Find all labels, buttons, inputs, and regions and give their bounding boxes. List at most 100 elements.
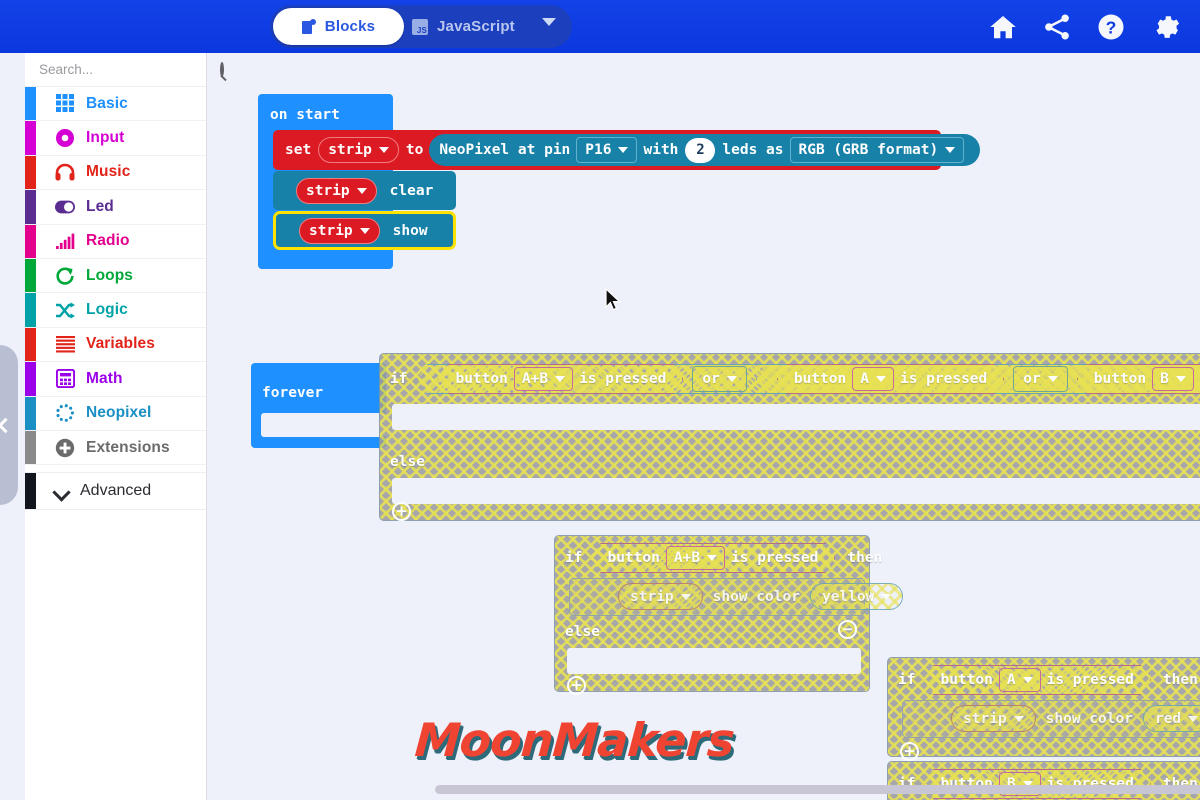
led-count-input[interactable]: 2 <box>685 137 716 163</box>
else-keyword: else <box>565 624 600 640</box>
tab-javascript[interactable]: JS JavaScript <box>412 8 515 45</box>
sidebar-item-led[interactable]: Led <box>25 190 206 225</box>
sidebar-item-label: Math <box>86 369 123 387</box>
variable-name: strip <box>306 182 350 199</box>
block-set-variable[interactable]: set strip to NeoPixel at pin P16 with 2 … <box>273 130 981 170</box>
condition-word: button <box>607 550 660 566</box>
plus-circle-icon[interactable]: + <box>567 676 586 695</box>
neopixel-prefix: NeoPixel at pin <box>439 142 571 158</box>
category-stripe <box>25 327 36 362</box>
sidebar-item-music[interactable]: Music <box>25 155 206 191</box>
button-dropdown[interactable]: A <box>852 367 894 391</box>
js-badge-icon: JS <box>412 18 428 35</box>
sidebar-item-variables[interactable]: Variables <box>25 327 206 363</box>
condition-suffix: is pressed <box>579 371 667 387</box>
block-if-a-ghost[interactable]: if button A is pressed then strip show c… <box>887 657 1200 761</box>
chevron-down-icon[interactable] <box>542 18 556 26</box>
tab-javascript-label: JavaScript <box>437 18 515 35</box>
forever-label: forever <box>262 385 324 401</box>
blocks-canvas[interactable]: on start set strip to NeoPixel at pin P1… <box>207 53 1200 800</box>
category-list: Basic Input Music Led Radio Loops Logic Variabl… <box>25 87 206 466</box>
button-value: A+B <box>673 550 701 566</box>
search-row <box>25 53 224 87</box>
block-forever[interactable]: forever <box>251 363 386 448</box>
else-body-slot[interactable] <box>567 648 861 674</box>
home-icon[interactable] <box>988 12 1018 42</box>
operator-or-dropdown[interactable]: or <box>1013 366 1067 392</box>
plus-circle-icon[interactable]: + <box>900 742 919 761</box>
color-dropdown[interactable]: yellow <box>809 583 904 610</box>
block-strip-clear[interactable]: strip clear <box>273 171 456 210</box>
block-neopixel-create[interactable]: NeoPixel at pin P16 with 2 leds as RGB (… <box>429 134 981 166</box>
button-dropdown[interactable]: A <box>999 668 1041 692</box>
chevron-down-icon <box>1023 677 1033 683</box>
condition-word: button <box>1093 371 1147 387</box>
plus-circle-icon[interactable]: + <box>392 502 411 521</box>
variable-dropdown-strip[interactable]: strip <box>318 137 399 163</box>
help-icon[interactable]: ? <box>1096 12 1126 42</box>
if-keyword: if <box>898 672 916 688</box>
pin-dropdown[interactable]: P16 <box>576 137 638 163</box>
if-keyword: if <box>565 550 583 566</box>
category-stripe <box>25 224 36 258</box>
chevron-down-icon <box>378 147 389 153</box>
block-if-else-or-ghost[interactable]: if button A+B is pressed or button A is … <box>379 353 1200 521</box>
calculator-icon <box>55 369 75 389</box>
horizontal-scrollbar[interactable] <box>435 785 1200 794</box>
sidebar-item-advanced[interactable]: Advanced <box>25 472 206 511</box>
category-stripe <box>25 362 36 396</box>
variable-name: strip <box>963 710 1007 727</box>
color-value: red <box>1154 710 1182 727</box>
sidebar-item-label: Input <box>86 129 125 147</box>
toggle-icon <box>55 197 75 217</box>
block-if-else-ab-ghost[interactable]: if button A+B is pressed then strip show… <box>554 535 904 695</box>
sidebar-item-input[interactable]: Input <box>25 121 206 156</box>
operator-or-dropdown[interactable]: or <box>692 366 746 392</box>
minus-circle-icon[interactable]: − <box>838 620 857 639</box>
color-format-dropdown[interactable]: RGB (GRB format) <box>789 137 965 163</box>
sidebar-item-math[interactable]: Math <box>25 362 206 397</box>
sidebar-item-extensions[interactable]: Extensions <box>25 430 206 466</box>
variable-dropdown-strip[interactable]: strip <box>299 217 380 244</box>
condition-word: button <box>793 371 847 387</box>
divider <box>25 465 206 473</box>
block-strip-show-color-ghost[interactable]: strip show color red <box>902 700 1200 738</box>
color-format-value: RGB (GRB format) <box>798 142 939 158</box>
category-stripe <box>25 155 36 190</box>
chevron-down-icon <box>1048 376 1058 382</box>
sidebar-item-neopixel[interactable]: Neopixel <box>25 396 206 431</box>
button-dropdown[interactable]: A+B <box>666 546 725 570</box>
category-stripe <box>25 293 36 327</box>
chevron-down-icon <box>1176 376 1186 382</box>
variable-dropdown-strip[interactable]: strip <box>296 177 377 204</box>
button-dropdown[interactable]: A+B <box>514 367 573 391</box>
share-icon[interactable] <box>1042 12 1072 42</box>
forever-body-slot[interactable] <box>261 413 386 437</box>
button-dropdown[interactable]: B <box>1152 367 1194 391</box>
else-body-slot[interactable] <box>392 478 1200 504</box>
sidebar-item-loops[interactable]: Loops <box>25 258 206 294</box>
tab-blocks[interactable]: Blocks <box>273 8 404 45</box>
settings-icon[interactable] <box>1150 12 1180 42</box>
block-strip-show-color-ghost[interactable]: strip show color yellow <box>569 578 904 616</box>
block-if-b-ghost[interactable]: if button B is pressed then <box>887 761 1200 800</box>
variable-dropdown-strip[interactable]: strip <box>618 583 703 610</box>
sidebar-item-basic[interactable]: Basic <box>25 87 206 122</box>
variable-dropdown-strip[interactable]: strip <box>951 705 1036 732</box>
sidebar-item-logic[interactable]: Logic <box>25 293 206 328</box>
operator-value: or <box>1023 371 1041 387</box>
svg-text:?: ? <box>1106 17 1117 37</box>
shuffle-icon <box>55 300 75 320</box>
search-icon[interactable] <box>220 62 224 77</box>
block-strip-show[interactable]: strip show <box>273 211 456 250</box>
if-body-slot[interactable] <box>392 404 1200 430</box>
headphones-icon <box>55 162 75 182</box>
lines-icon <box>55 334 75 354</box>
toolbox-collapse-handle[interactable] <box>0 345 18 505</box>
category-stripe <box>25 258 36 293</box>
sidebar-item-radio[interactable]: Radio <box>25 224 206 259</box>
then-keyword: then <box>847 550 883 566</box>
chevron-down-icon <box>55 484 69 498</box>
search-input[interactable] <box>39 62 216 77</box>
color-dropdown[interactable]: red <box>1142 705 1200 732</box>
